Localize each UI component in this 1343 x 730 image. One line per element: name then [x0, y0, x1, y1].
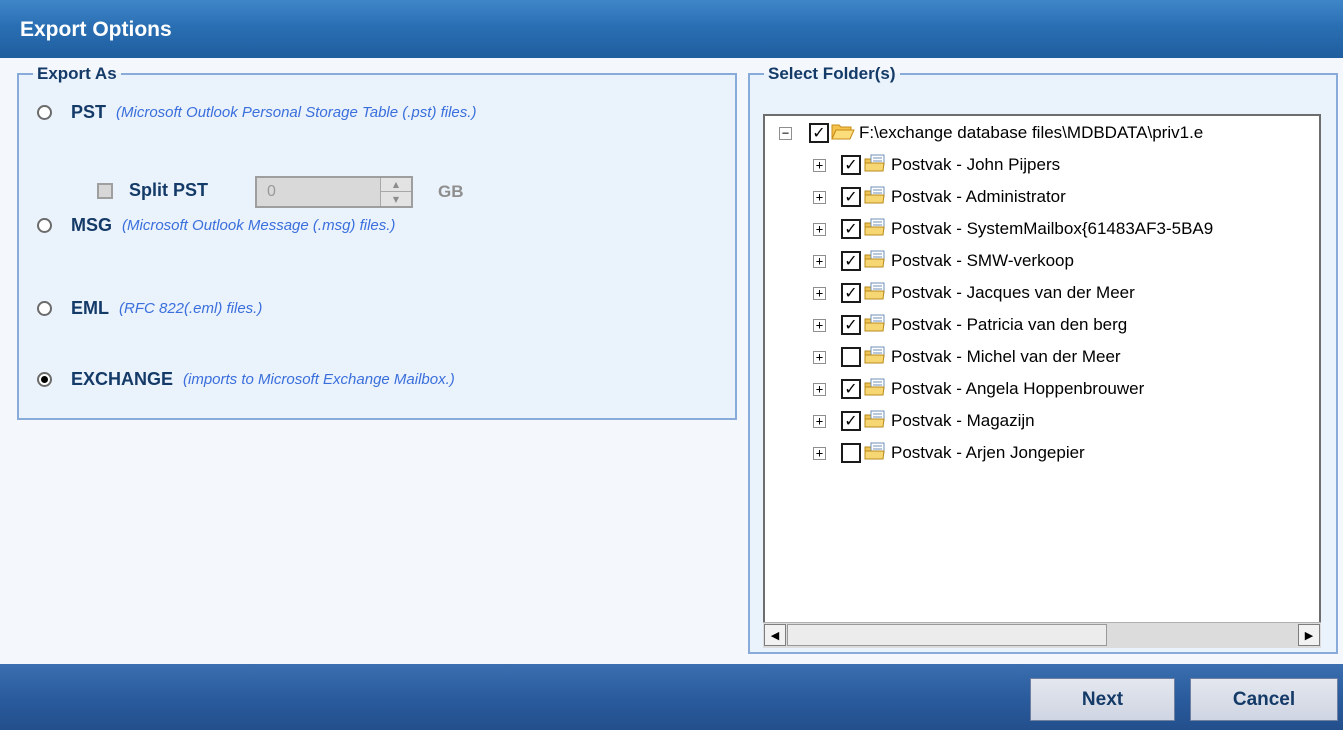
mailbox-icon: [863, 185, 887, 209]
mailbox-icon: [863, 441, 887, 465]
tree-item-checkbox[interactable]: ✓: [841, 187, 861, 207]
tree-item-checkbox[interactable]: ✓: [841, 155, 861, 175]
tree-item-checkbox[interactable]: ✓: [841, 315, 861, 335]
option-msg-desc: (Microsoft Outlook Message (.msg) files.…: [122, 217, 396, 234]
collapse-icon[interactable]: −: [779, 126, 792, 140]
tree-item[interactable]: + ✓ Postvak - Administrator: [813, 184, 1066, 210]
folder-tree[interactable]: − ✓ F:\exchange database files\MDBDATA\p…: [763, 114, 1321, 648]
tree-item-label: Postvak - Patricia van den berg: [891, 315, 1128, 334]
option-pst-desc: (Microsoft Outlook Personal Storage Tabl…: [116, 104, 477, 121]
scrollbar-thumb[interactable]: [787, 624, 1107, 646]
option-msg-label: MSG: [71, 215, 113, 235]
expand-icon[interactable]: +: [813, 158, 826, 172]
horizontal-scrollbar[interactable]: ◀ ▶: [763, 622, 1321, 648]
cancel-button[interactable]: Cancel: [1190, 678, 1338, 721]
tree-item-checkbox[interactable]: ✓: [841, 379, 861, 399]
tree-item[interactable]: + ✓ Postvak - John Pijpers: [813, 152, 1060, 178]
content-area: Export As PST (Microsoft Outlook Persona…: [0, 58, 1343, 664]
split-pst-label: Split PST: [129, 180, 209, 200]
option-exchange-label: EXCHANGE: [71, 369, 174, 389]
tree-item-checkbox[interactable]: ✓: [841, 283, 861, 303]
split-pst: Split PST: [97, 180, 208, 201]
mailbox-icon: [863, 217, 887, 241]
tree-item-label: Postvak - Arjen Jongepier: [891, 443, 1085, 462]
scroll-left-icon[interactable]: ◀: [764, 624, 786, 646]
mailbox-icon: [863, 249, 887, 273]
split-unit: GB: [438, 182, 464, 201]
radio-selected-dot: [41, 376, 48, 383]
option-eml[interactable]: EML (RFC 822(.eml) files.): [37, 298, 262, 319]
tree-item-label: Postvak - SMW-verkoop: [891, 251, 1074, 270]
expand-icon[interactable]: +: [813, 286, 826, 300]
mailbox-icon: [863, 281, 887, 305]
expand-icon[interactable]: +: [813, 222, 826, 236]
tree-item[interactable]: + ✓ Postvak - Angela Hoppenbrouwer: [813, 376, 1144, 402]
expand-icon[interactable]: +: [813, 414, 826, 428]
mailbox-icon: [863, 313, 887, 337]
next-button[interactable]: Next: [1030, 678, 1175, 721]
tree-item-label: Postvak - SystemMailbox{61483AF3-5BA9: [891, 219, 1214, 238]
pst-radio[interactable]: [37, 105, 52, 120]
window-title: Export Options: [20, 18, 172, 41]
tree-root-label: F:\exchange database files\MDBDATA\priv1…: [859, 123, 1204, 142]
option-pst-label: PST: [71, 102, 107, 122]
select-folder-group: Select Folder(s) − ✓ F:\exchange databas…: [748, 64, 1338, 654]
tree-item[interactable]: + Postvak - Arjen Jongepier: [813, 440, 1085, 466]
export-as-group: Export As PST (Microsoft Outlook Persona…: [17, 64, 737, 420]
eml-radio[interactable]: [37, 301, 52, 316]
tree-item[interactable]: + ✓ Postvak - SMW-verkoop: [813, 248, 1074, 274]
split-pst-checkbox[interactable]: [97, 182, 113, 199]
tree-item-label: Postvak - John Pijpers: [891, 155, 1061, 174]
option-msg[interactable]: MSG (Microsoft Outlook Message (.msg) fi…: [37, 215, 395, 236]
tree-item-checkbox[interactable]: ✓: [841, 251, 861, 271]
scroll-right-icon[interactable]: ▶: [1298, 624, 1320, 646]
expand-icon[interactable]: +: [813, 382, 826, 396]
tree-item-label: Postvak - Jacques van der Meer: [891, 283, 1135, 302]
tree-item[interactable]: + ✓ Postvak - Jacques van der Meer: [813, 280, 1135, 306]
option-pst[interactable]: PST (Microsoft Outlook Personal Storage …: [37, 102, 476, 123]
export-as-legend: Export As: [37, 64, 117, 83]
tree-item[interactable]: + Postvak - Michel van der Meer: [813, 344, 1121, 370]
stepper-buttons: ▲ ▼: [380, 178, 411, 206]
tree-item-checkbox[interactable]: ✓: [841, 219, 861, 239]
mailbox-icon: [863, 345, 887, 369]
stepper-up-icon[interactable]: ▲: [381, 178, 411, 192]
mailbox-icon: [863, 409, 887, 433]
folder-open-icon: [831, 121, 855, 145]
title-bar: Export Options: [0, 0, 1343, 58]
root-checkbox[interactable]: ✓: [809, 123, 829, 143]
stepper-down-icon[interactable]: ▼: [381, 192, 411, 206]
tree-item-checkbox[interactable]: [841, 347, 861, 367]
tree-root[interactable]: − ✓ F:\exchange database files\MDBDATA\p…: [779, 120, 1203, 146]
option-exchange-desc: (imports to Microsoft Exchange Mailbox.): [183, 371, 455, 388]
tree-item[interactable]: + ✓ Postvak - SystemMailbox{61483AF3-5BA9: [813, 216, 1213, 242]
expand-icon[interactable]: +: [813, 254, 826, 268]
split-size-stepper[interactable]: 0 ▲ ▼: [255, 176, 413, 208]
footer-bar: Next Cancel: [0, 664, 1343, 730]
tree-item-label: Postvak - Michel van der Meer: [891, 347, 1121, 366]
tree-item-checkbox[interactable]: ✓: [841, 411, 861, 431]
tree-item-label: Postvak - Magazijn: [891, 411, 1035, 430]
expand-icon[interactable]: +: [813, 318, 826, 332]
exchange-radio[interactable]: [37, 372, 52, 387]
mailbox-icon: [863, 153, 887, 177]
expand-icon[interactable]: +: [813, 190, 826, 204]
select-folder-legend: Select Folder(s): [768, 64, 896, 83]
msg-radio[interactable]: [37, 218, 52, 233]
tree-item[interactable]: + ✓ Postvak - Patricia van den berg: [813, 312, 1127, 338]
tree-item[interactable]: + ✓ Postvak - Magazijn: [813, 408, 1035, 434]
option-exchange[interactable]: EXCHANGE (imports to Microsoft Exchange …: [37, 369, 455, 390]
tree-item-checkbox[interactable]: [841, 443, 861, 463]
split-size-value: 0: [267, 183, 276, 200]
expand-icon[interactable]: +: [813, 446, 826, 460]
option-eml-label: EML: [71, 298, 109, 318]
mailbox-icon: [863, 377, 887, 401]
option-eml-desc: (RFC 822(.eml) files.): [119, 300, 263, 317]
tree-item-label: Postvak - Administrator: [891, 187, 1066, 206]
tree-item-label: Postvak - Angela Hoppenbrouwer: [891, 379, 1145, 398]
expand-icon[interactable]: +: [813, 350, 826, 364]
